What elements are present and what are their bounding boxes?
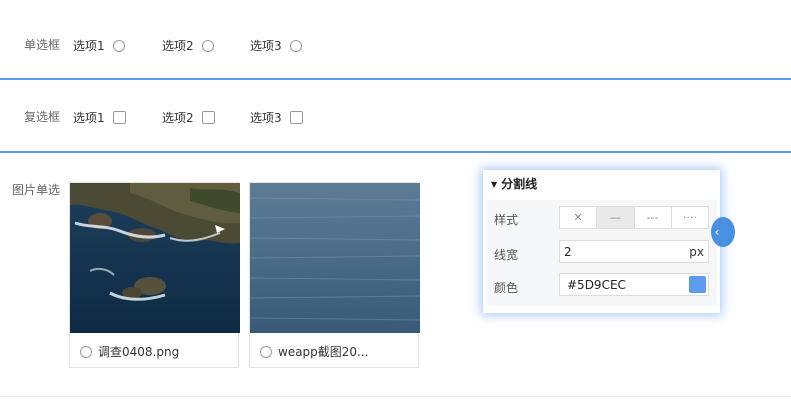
checkbox-option-label: 选项1 bbox=[73, 111, 105, 125]
checkbox-option-label: 选项2 bbox=[162, 111, 194, 125]
checkbox-option-label: 选项3 bbox=[250, 111, 282, 125]
selected-divider-top bbox=[0, 78, 791, 80]
image-file-name: 调查0408.png bbox=[98, 345, 180, 359]
checkbox[interactable] bbox=[289, 111, 303, 124]
checkbox-option-3[interactable]: 选项3 bbox=[250, 109, 303, 126]
line-width-unit: px bbox=[689, 245, 704, 259]
radio-option-1[interactable]: 选项1 bbox=[73, 37, 125, 54]
image-card-caption: 调查0408.png bbox=[80, 343, 179, 360]
divider-settings-panel: ▼ 分割线 样式 ✕ — --- ···· 线宽 2 px 颜色 #5D9CEC bbox=[483, 170, 720, 313]
checkbox[interactable] bbox=[201, 111, 215, 124]
radio-button[interactable] bbox=[289, 39, 302, 52]
color-input[interactable]: #5D9CEC bbox=[559, 273, 709, 296]
image-file-name: weapp截图20... bbox=[278, 345, 369, 359]
collapse-triangle-icon[interactable]: ▼ bbox=[491, 180, 497, 189]
style-none-option[interactable]: ✕ bbox=[560, 207, 596, 228]
image-card-caption: weapp截图20... bbox=[260, 343, 369, 360]
style-dashed-option[interactable]: --- bbox=[633, 207, 671, 228]
sea-water-image bbox=[250, 183, 420, 333]
line-width-value: 2 bbox=[564, 245, 572, 259]
radio-option-label: 选项3 bbox=[250, 39, 282, 53]
line-style-segmented-control: ✕ — --- ···· bbox=[559, 206, 709, 229]
panel-toggle-handle[interactable]: ‹ bbox=[711, 217, 735, 247]
chevron-left-icon: ‹ bbox=[714, 225, 720, 239]
checkbox-option-1[interactable]: 选项1 bbox=[73, 109, 126, 126]
radio-button[interactable] bbox=[112, 39, 125, 52]
style-dotted-option[interactable]: ···· bbox=[670, 207, 708, 228]
panel-title: 分割线 bbox=[501, 177, 538, 191]
radio-option-label: 选项2 bbox=[162, 39, 194, 53]
radio-option-label: 选项1 bbox=[73, 39, 105, 53]
radio-row-label: 单选框 bbox=[24, 38, 61, 52]
coast-rocks-image bbox=[70, 183, 240, 333]
checkbox-option-2[interactable]: 选项2 bbox=[162, 109, 215, 126]
style-label: 样式 bbox=[494, 213, 519, 227]
color-label: 颜色 bbox=[494, 281, 519, 295]
panel-header[interactable]: ▼ 分割线 bbox=[491, 175, 537, 192]
radio-option-2[interactable]: 选项2 bbox=[162, 37, 214, 54]
radio-button[interactable] bbox=[201, 39, 214, 52]
color-value: #5D9CEC bbox=[567, 278, 626, 292]
section-divider bbox=[0, 396, 791, 397]
image-row-label: 图片单选 bbox=[12, 183, 61, 197]
image-card-2[interactable]: weapp截图20... bbox=[249, 182, 420, 368]
checkbox[interactable] bbox=[112, 111, 126, 124]
image-card-1[interactable]: 调查0408.png bbox=[69, 182, 240, 368]
color-swatch[interactable] bbox=[689, 276, 706, 293]
style-solid-option[interactable]: — bbox=[596, 207, 634, 228]
selected-divider-bottom bbox=[0, 151, 791, 153]
radio-button[interactable] bbox=[260, 345, 272, 358]
panel-body: 样式 ✕ — --- ···· 线宽 2 px 颜色 #5D9CEC bbox=[486, 200, 717, 306]
radio-option-3[interactable]: 选项3 bbox=[250, 37, 302, 54]
line-width-input[interactable]: 2 px bbox=[559, 240, 709, 263]
radio-button[interactable] bbox=[80, 345, 92, 358]
checkbox-row-label: 复选框 bbox=[24, 110, 61, 124]
width-label: 线宽 bbox=[494, 248, 519, 262]
